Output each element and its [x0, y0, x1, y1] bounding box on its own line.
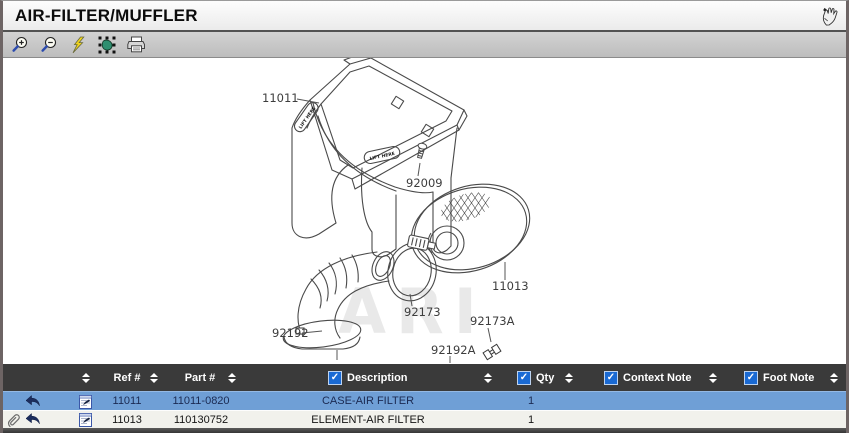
- paperclip-icon[interactable]: [6, 413, 20, 428]
- sort-control[interactable]: [484, 364, 492, 391]
- select-object-icon[interactable]: [97, 35, 117, 55]
- hand-icon-glyph: [820, 4, 840, 28]
- lift-here-label-front: LIFT HERE: [369, 151, 395, 162]
- cell-foot-note: [728, 392, 823, 410]
- zoom-out-icon[interactable]: [39, 35, 59, 55]
- cell-part: 110130752: [159, 411, 243, 428]
- sort-control[interactable]: [150, 364, 158, 391]
- hand-icon[interactable]: [820, 6, 840, 26]
- sort-control[interactable]: [565, 364, 573, 391]
- column-header-context-note: ✓ Context Note: [604, 364, 691, 391]
- cell-ref: 11013: [101, 411, 153, 428]
- part-label-92192[interactable]: 92192: [272, 326, 309, 340]
- page-title: AIR-FILTER/MUFFLER: [15, 6, 198, 26]
- cell-description: ELEMENT-AIR FILTER: [253, 411, 483, 428]
- cell-foot-note: [728, 411, 823, 428]
- print-icon[interactable]: [126, 35, 146, 55]
- notepad-icon[interactable]: [79, 394, 92, 410]
- sort-control[interactable]: [228, 364, 236, 391]
- table-row[interactable]: 11011 11011-0820 CASE-AIR FILTER 1: [3, 391, 846, 410]
- cell-part: 11011-0820: [159, 392, 243, 410]
- part-label-92192A[interactable]: 92192A: [431, 343, 476, 357]
- undo-arrow-icon[interactable]: [24, 395, 41, 410]
- parts-catalog-window: AIR-FILTER/MUFFLER: [0, 0, 849, 433]
- qty-checkbox[interactable]: ✓: [517, 371, 531, 385]
- column-header-qty: ✓ Qty: [517, 364, 554, 391]
- table-row[interactable]: 11013 110130752 ELEMENT-AIR FILTER 1: [3, 410, 846, 428]
- cell-ref: 11011: [101, 392, 153, 410]
- part-label-11011[interactable]: 11011: [262, 91, 299, 105]
- parts-table-header: Ref # Part # ✓ Description ✓ Qty ✓ Conte…: [3, 364, 846, 391]
- column-header-part: Part #: [169, 364, 231, 391]
- description-checkbox[interactable]: ✓: [328, 371, 342, 385]
- cell-context-note: [588, 411, 703, 428]
- cell-qty: 1: [506, 411, 556, 428]
- window-bottom-edge: [3, 428, 846, 433]
- foot-note-checkbox[interactable]: ✓: [744, 371, 758, 385]
- undo-arrow-icon[interactable]: [24, 413, 41, 428]
- column-header-foot-note: ✓ Foot Note: [744, 364, 814, 391]
- screw-drawing: [415, 142, 427, 158]
- sort-control[interactable]: [830, 364, 838, 391]
- part-label-92009[interactable]: 92009: [406, 176, 443, 190]
- part-label-92173A[interactable]: 92173A: [470, 314, 515, 328]
- cell-qty: 1: [506, 392, 556, 410]
- sort-control[interactable]: [709, 364, 717, 391]
- notepad-icon[interactable]: [79, 412, 92, 428]
- part-label-11013[interactable]: 11013: [492, 279, 529, 293]
- zoom-in-icon[interactable]: [10, 35, 30, 55]
- titlebar: AIR-FILTER/MUFFLER: [3, 1, 846, 32]
- column-header-description: ✓ Description: [328, 364, 408, 391]
- column-header-ref: Ref #: [101, 364, 153, 391]
- cell-context-note: [588, 392, 703, 410]
- diagram-area: ARI LIFT HERE: [3, 58, 846, 364]
- sort-control[interactable]: [82, 364, 90, 391]
- context-note-checkbox[interactable]: ✓: [604, 371, 618, 385]
- part-label-92173[interactable]: 92173: [404, 305, 441, 319]
- lightning-icon[interactable]: [68, 35, 88, 55]
- toolbar: [3, 32, 846, 58]
- cell-description: CASE-AIR FILTER: [253, 392, 483, 410]
